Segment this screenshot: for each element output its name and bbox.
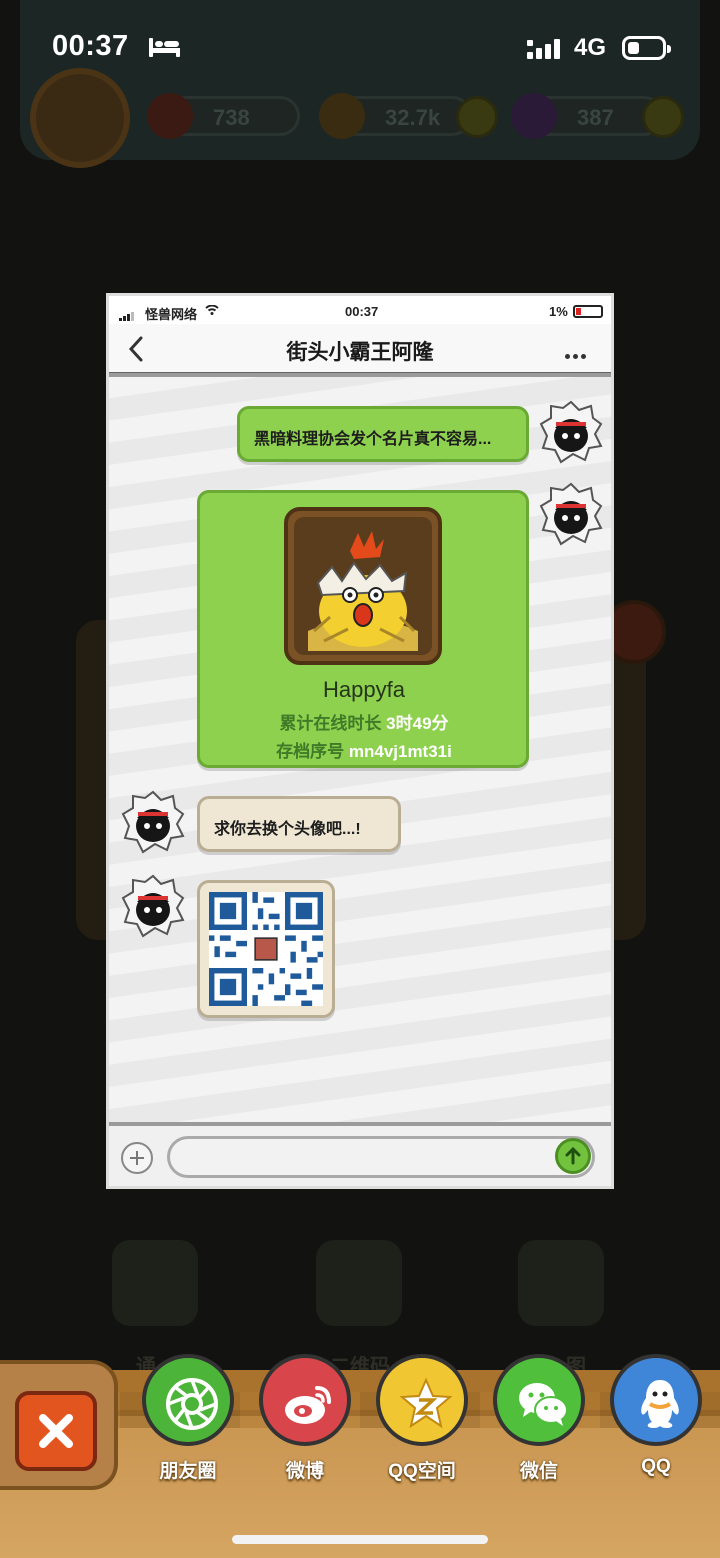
bg-add-coin-icon: [456, 96, 498, 138]
status-bar: 00:37 4G: [0, 24, 720, 74]
save-id-label: 存档序号: [276, 742, 345, 761]
eye-icon: [147, 93, 193, 139]
share-circle: [142, 1354, 234, 1446]
share-moments-button[interactable]: 朋友圈: [138, 1352, 238, 1482]
weibo-icon: [285, 1386, 331, 1424]
screenshot-status-bar: 怪兽网络 00:37 1%: [109, 296, 611, 324]
send-button[interactable]: [555, 1138, 591, 1174]
online-time-label: 累计在线时长: [279, 714, 382, 733]
bg-player-avatar: [30, 68, 130, 168]
card-save-id: 存档序号 mn4vj1mt31i: [200, 737, 528, 762]
share-circle: [259, 1354, 351, 1446]
share-label: QQ: [641, 1456, 671, 1477]
share-label: QQ空间: [388, 1461, 456, 1482]
status-time: 00:37: [52, 30, 129, 62]
coin-resource-value: 32.7k: [385, 105, 441, 130]
player-avatar: [539, 482, 603, 546]
potion-icon: [511, 93, 557, 139]
chat-input-bar: [109, 1122, 611, 1186]
coin-icon: [319, 93, 365, 139]
share-wechat-button[interactable]: 微信: [489, 1352, 589, 1482]
moments-icon: [166, 1378, 218, 1430]
business-card: Happyfa 累计在线时长 3时49分 存档序号 mn4vj1mt31i: [197, 490, 529, 768]
wechat-icon: [519, 1383, 568, 1426]
battery-tip: [667, 45, 671, 53]
header-divider: [109, 372, 611, 377]
mini-signal-icon: [119, 306, 135, 321]
card-portrait: [284, 507, 442, 665]
message-bubble-incoming: 求你去换个头像吧...!: [197, 796, 401, 852]
add-attachment-button[interactable]: [121, 1142, 153, 1174]
bg-qrcode-icon: [316, 1240, 402, 1326]
qq-icon: [641, 1380, 679, 1428]
contact-avatar: [121, 874, 185, 938]
shared-screenshot: 怪兽网络 00:37 1% 街头小霸王阿隆 黑暗料理协会发个名片真不容易... …: [106, 293, 614, 1189]
share-circle: [493, 1354, 585, 1446]
bg-eye-resource: 738: [147, 93, 300, 139]
share-circle: [610, 1354, 702, 1446]
share-qq-button[interactable]: QQ: [606, 1352, 706, 1480]
share-screen: 738 32.7k 387 通 二维码 图 00:37 4G 怪兽网络 00:3…: [0, 0, 720, 1558]
carrier-name: 怪兽网络: [145, 307, 198, 322]
online-time-value: 3时49分: [386, 714, 449, 733]
message-input[interactable]: [167, 1136, 595, 1178]
message-text: 求你去换个头像吧...!: [214, 821, 361, 838]
qr-code-icon: [209, 892, 323, 1006]
eye-resource-value: 738: [213, 105, 250, 130]
bg-speaker-icon: [112, 1240, 198, 1326]
contact-avatar: [121, 790, 185, 854]
share-label: 微信: [519, 1461, 558, 1482]
potion-resource-value: 387: [577, 105, 614, 130]
mini-battery-icon: [573, 305, 603, 318]
share-qzone-button[interactable]: QQ空间: [372, 1352, 472, 1482]
bg-gear-icon: [518, 1240, 604, 1326]
chick-avatar-icon: [294, 517, 432, 655]
send-arrow-icon: [565, 1146, 581, 1165]
share-circle: [376, 1354, 468, 1446]
qr-code-bubble[interactable]: [197, 880, 335, 1018]
share-label: 微博: [285, 1461, 324, 1482]
bg-coin-resource: 32.7k: [319, 93, 472, 139]
share-weibo-button[interactable]: 微博: [255, 1352, 355, 1482]
qzone-icon: [399, 1377, 453, 1429]
battery-level: [628, 42, 639, 54]
screenshot-time: 00:37: [345, 304, 379, 319]
message-text: 黑暗料理协会发个名片真不容易...: [254, 431, 492, 448]
sleep-mode-icon: [149, 38, 180, 57]
network-type: 4G: [574, 34, 607, 61]
battery-icon: [622, 36, 671, 60]
card-player-name: Happyfa: [323, 677, 405, 702]
chat-title: 街头小霸王阿隆: [286, 341, 434, 364]
more-options-icon[interactable]: [565, 344, 589, 363]
close-button[interactable]: [15, 1391, 97, 1471]
close-icon: [39, 1414, 73, 1448]
bg-add-potion-icon: [642, 96, 684, 138]
card-online-time: 累计在线时长 3时49分: [200, 709, 528, 734]
screenshot-battery-percent: 1%: [549, 304, 568, 319]
wifi-icon: [205, 305, 219, 315]
chat-header: 街头小霸王阿隆: [109, 324, 611, 374]
share-label: 朋友圈: [159, 1461, 217, 1482]
signal-icon: [527, 39, 560, 59]
home-indicator[interactable]: [232, 1535, 488, 1544]
player-avatar: [539, 400, 603, 464]
message-bubble-outgoing: 黑暗料理协会发个名片真不容易...: [237, 406, 529, 462]
save-id-value: mn4vj1mt31i: [348, 742, 452, 761]
